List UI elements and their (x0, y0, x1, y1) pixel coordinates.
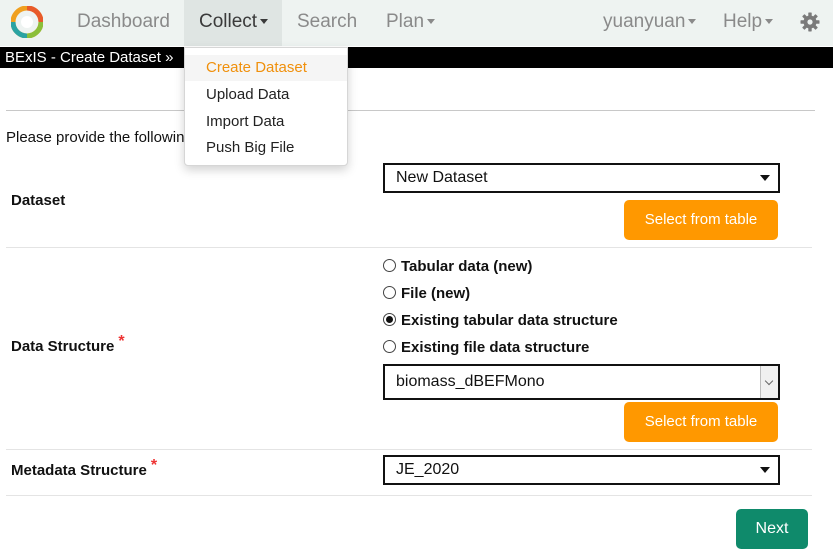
required-marker: * (118, 333, 125, 350)
radio-button[interactable] (383, 340, 396, 353)
metadata-structure-label: Metadata Structure * (11, 457, 157, 480)
collect-dropdown-menu: Create Dataset Upload Data Import Data P… (184, 47, 348, 166)
radio-label: Existing file data structure (401, 339, 590, 356)
nav-help-label: Help (723, 11, 763, 32)
menu-item-create-dataset[interactable]: Create Dataset (185, 55, 347, 81)
intro-text: Please provide the followin (6, 129, 185, 146)
nav-dashboard[interactable]: Dashboard (77, 0, 170, 46)
nav-plan-label: Plan (386, 11, 425, 32)
caret-down-icon (688, 19, 697, 25)
metadata-select-value: JE_2020 (396, 461, 460, 478)
radio-label: Existing tabular data structure (401, 312, 618, 329)
divider (6, 110, 815, 111)
next-button[interactable]: Next (736, 509, 808, 549)
top-navbar: Dashboard Collect Search Plan yuanyuan H… (0, 0, 833, 46)
radio-button[interactable] (383, 286, 396, 299)
combobox-toggle-icon[interactable] (760, 366, 778, 398)
metadata-structure-label-text: Metadata Structure (11, 462, 147, 479)
row-divider (6, 449, 812, 450)
dataset-select-from-table-button[interactable]: Select from table (624, 200, 778, 240)
radio-label: Tabular data (new) (401, 258, 533, 275)
menu-item-import-data[interactable]: Import Data (185, 109, 347, 135)
structure-select-from-table-button[interactable]: Select from table (624, 402, 778, 442)
dropdown-arrow-icon (760, 467, 770, 473)
radio-existing-tabular[interactable]: Existing tabular data structure (383, 312, 618, 329)
row-divider (6, 495, 812, 496)
menu-item-upload-data[interactable]: Upload Data (185, 82, 347, 108)
nav-user[interactable]: yuanyuan (603, 0, 697, 46)
radio-label: File (new) (401, 285, 471, 302)
caret-down-icon (765, 19, 774, 25)
caret-down-icon (260, 19, 269, 25)
nav-search[interactable]: Search (297, 0, 357, 46)
data-structure-combobox[interactable]: biomass_dBEFMono (383, 364, 780, 400)
dataset-select-value: New Dataset (396, 169, 488, 186)
data-structure-value: biomass_dBEFMono (396, 373, 545, 390)
page-title-bar[interactable]: BExIS - Create Dataset » (0, 47, 833, 68)
dataset-label: Dataset (11, 192, 66, 209)
gear-icon[interactable] (800, 12, 820, 32)
radio-button[interactable] (383, 259, 396, 272)
data-structure-label: Data Structure * (11, 333, 125, 356)
nav-plan[interactable]: Plan (386, 0, 436, 46)
nav-user-label: yuanyuan (603, 11, 686, 32)
nav-help[interactable]: Help (723, 0, 774, 46)
radio-file-new[interactable]: File (new) (383, 285, 470, 302)
required-marker: * (150, 457, 158, 474)
dataset-select[interactable]: New Dataset (383, 163, 780, 193)
nav-collect[interactable]: Collect (184, 0, 282, 46)
radio-tabular-new[interactable]: Tabular data (new) (383, 258, 532, 275)
row-divider (6, 247, 812, 248)
caret-down-icon (427, 19, 436, 25)
radio-existing-file[interactable]: Existing file data structure (383, 339, 589, 356)
data-structure-label-text: Data Structure (11, 338, 115, 355)
radio-button-checked[interactable] (383, 313, 396, 326)
menu-item-push-big-file[interactable]: Push Big File (185, 135, 347, 161)
dropdown-arrow-icon (760, 175, 770, 181)
bexis-logo-icon[interactable] (11, 6, 43, 38)
metadata-structure-select[interactable]: JE_2020 (383, 455, 780, 485)
nav-collect-label: Collect (199, 11, 258, 32)
